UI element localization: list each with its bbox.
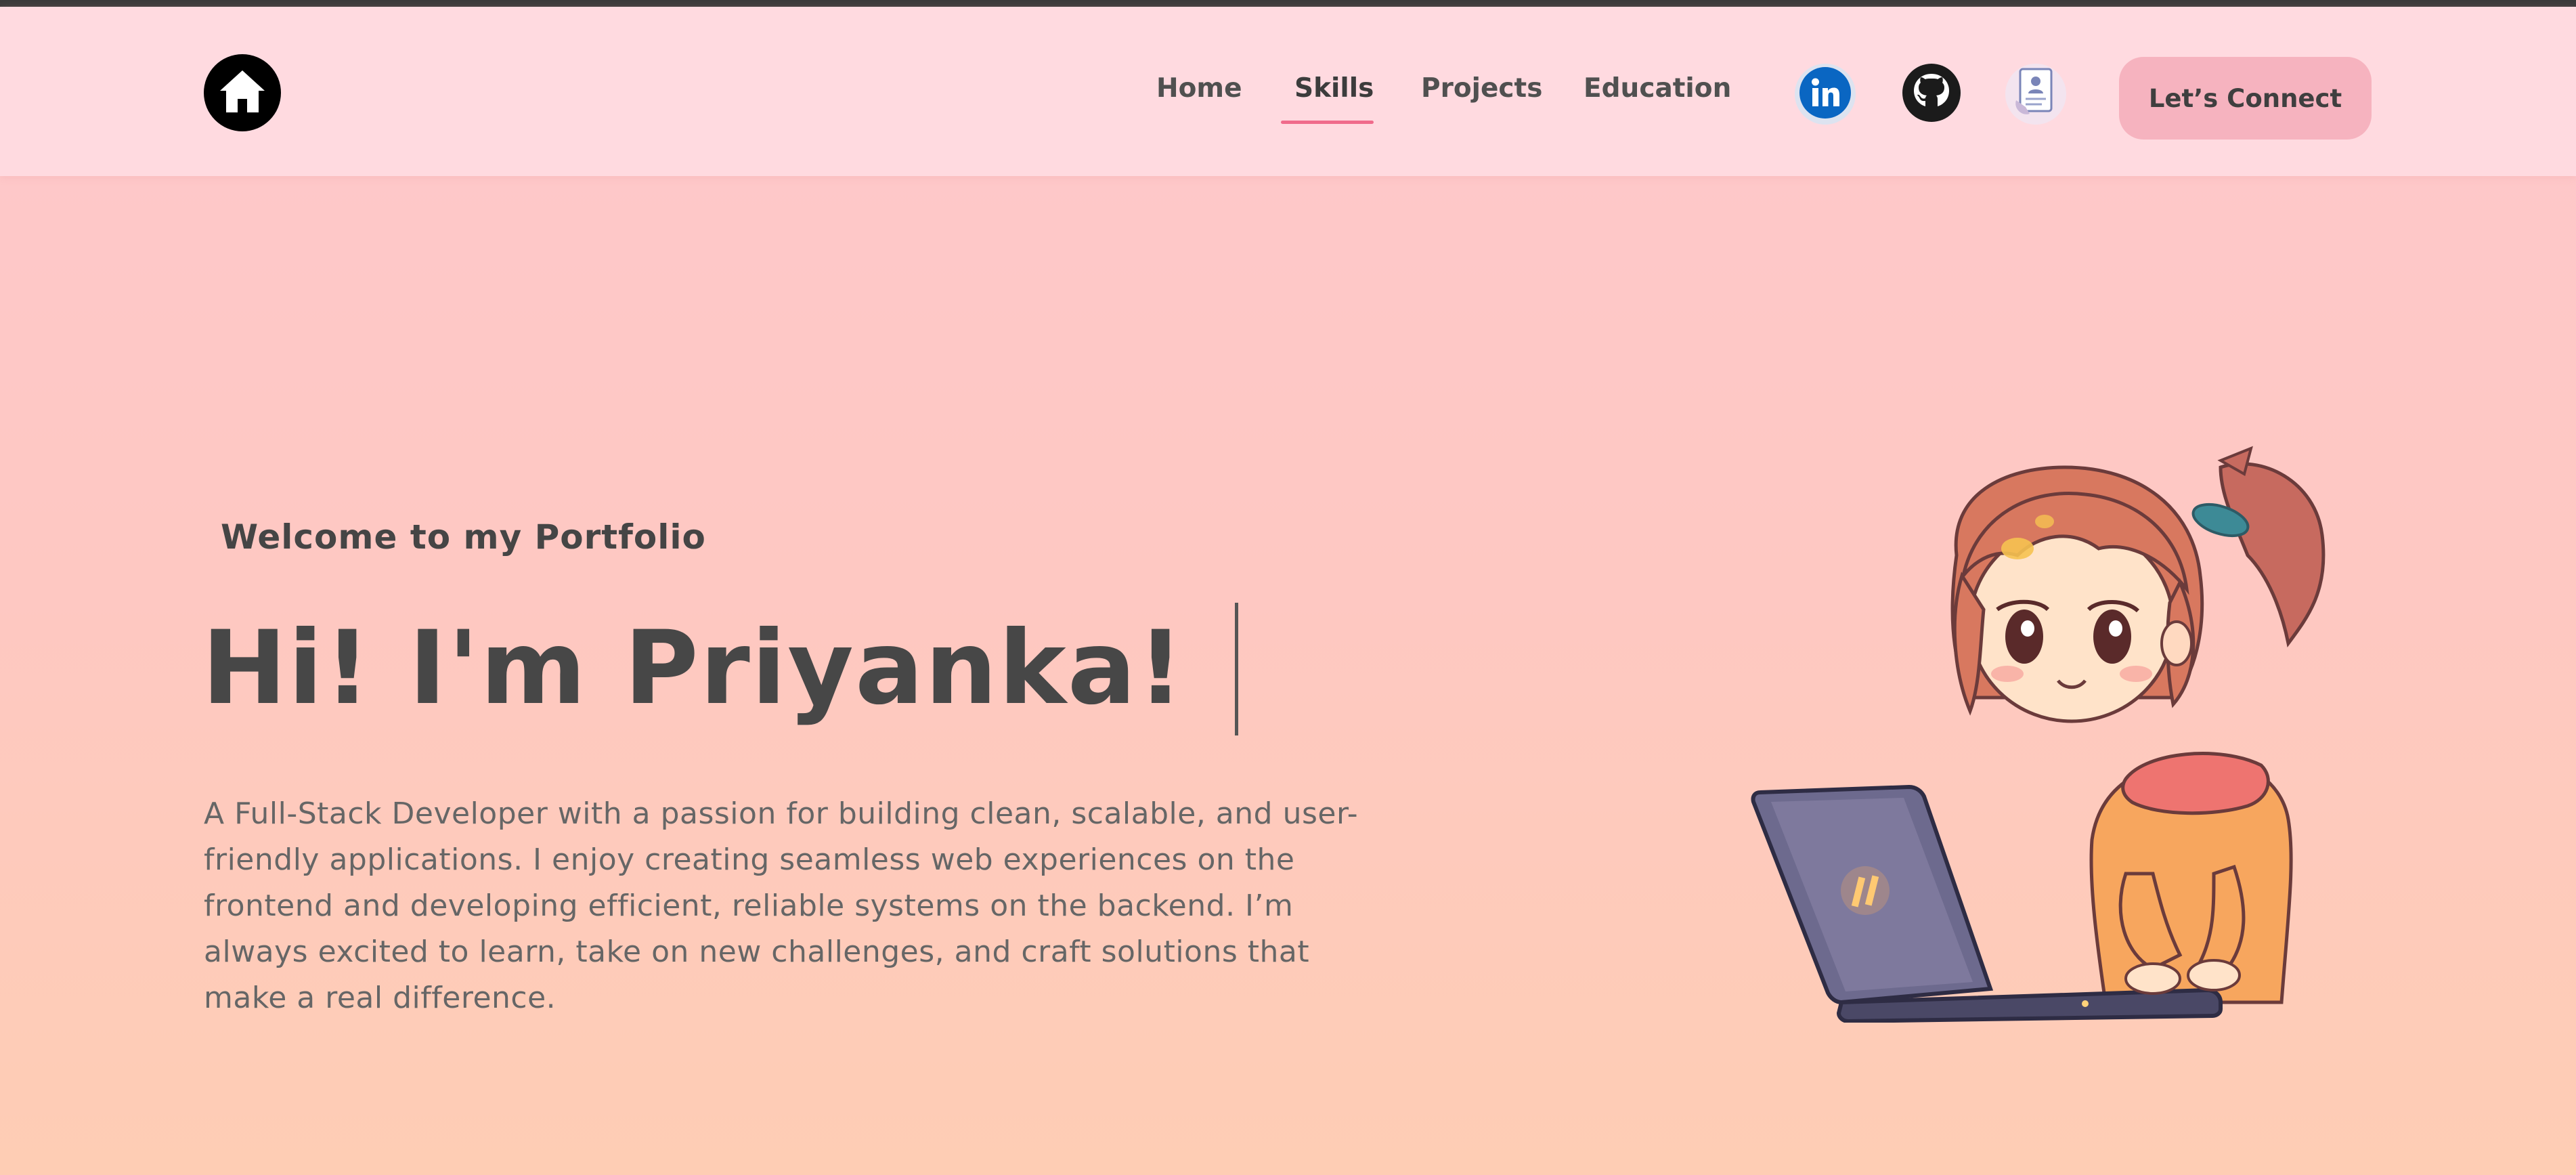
hero-description: A Full-Stack Developer with a passion fo… [204,796,1359,1015]
welcome-text: Welcome to my Portfolio [221,517,706,557]
top-border [0,0,2576,7]
nav-skills[interactable]: Skills [1294,73,1374,104]
navbar: Home Skills Projects Education Let’s Con… [0,7,2576,176]
girl-with-laptop-illustration [1747,440,2390,1024]
nav-education[interactable]: Education [1584,73,1731,104]
resume-button[interactable] [2005,64,2066,125]
nav-home[interactable]: Home [1156,73,1242,104]
typing-cursor [1235,603,1238,735]
lets-connect-button[interactable]: Let’s Connect [2119,57,2372,140]
home-logo-button[interactable] [204,54,281,131]
home-icon [217,68,267,118]
github-button[interactable] [1901,64,1962,125]
active-nav-underline [1281,121,1374,124]
hero-title: Hi! I'm Priyanka! [202,610,1185,727]
linkedin-button[interactable] [1795,64,1856,125]
github-icon [1902,63,1961,125]
linkedin-icon [1799,67,1851,121]
resume-icon [2012,66,2059,122]
nav-projects[interactable]: Projects [1421,73,1542,104]
